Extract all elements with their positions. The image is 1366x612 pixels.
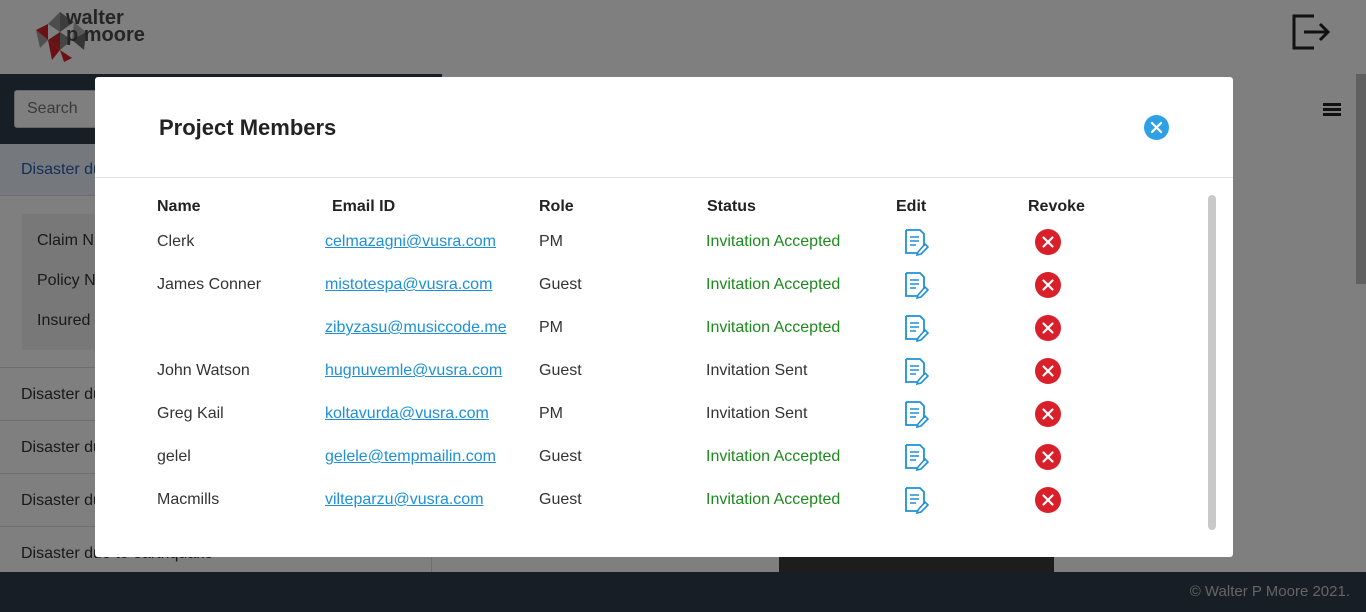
project-members-modal: Project Members Name Email ID Role Statu…: [95, 77, 1233, 557]
revoke-icon[interactable]: [1035, 487, 1061, 513]
edit-icon[interactable]: [903, 486, 930, 515]
column-header-role: Role: [539, 198, 574, 215]
edit-icon[interactable]: [903, 400, 930, 429]
close-icon: [1150, 121, 1163, 134]
member-email-link[interactable]: mistotespa@vusra.com: [325, 276, 492, 294]
member-email-link[interactable]: hugnuvemle@vusra.com: [325, 362, 502, 380]
modal-title: Project Members: [159, 115, 337, 140]
member-status: Invitation Accepted: [706, 448, 841, 465]
column-header-name: Name: [157, 198, 201, 215]
member-name: Macmills: [157, 491, 220, 508]
edit-icon[interactable]: [903, 228, 930, 257]
member-role: Guest: [539, 362, 582, 379]
member-role: Guest: [539, 491, 582, 508]
member-role: Guest: [539, 448, 582, 465]
column-header-email: Email ID: [332, 198, 396, 215]
member-status: Invitation Sent: [706, 405, 808, 422]
member-email-link[interactable]: gelele@tempmailin.com: [325, 448, 496, 466]
edit-icon[interactable]: [903, 314, 930, 343]
member-role: PM: [539, 233, 563, 250]
member-role: PM: [539, 405, 563, 422]
edit-icon[interactable]: [903, 357, 930, 386]
member-status: Invitation Accepted: [706, 491, 841, 508]
member-email-link[interactable]: celmazagni@vusra.com: [325, 233, 496, 251]
column-header-revoke: Revoke: [1028, 198, 1085, 215]
close-button[interactable]: [1144, 115, 1169, 140]
member-email-link[interactable]: zibyzasu@musiccode.me: [325, 319, 507, 337]
member-role: PM: [539, 319, 563, 336]
revoke-icon[interactable]: [1035, 444, 1061, 470]
member-name: Greg Kail: [157, 405, 224, 422]
member-status: Invitation Accepted: [706, 319, 841, 336]
member-name: Clerk: [157, 233, 195, 250]
column-header-edit: Edit: [896, 198, 927, 215]
modal-header: Project Members: [95, 77, 1233, 178]
revoke-icon[interactable]: [1035, 358, 1061, 384]
revoke-icon[interactable]: [1035, 401, 1061, 427]
revoke-icon[interactable]: [1035, 272, 1061, 298]
member-status: Invitation Accepted: [706, 276, 841, 293]
member-status: Invitation Sent: [706, 362, 808, 379]
modal-scrollbar[interactable]: [1208, 195, 1216, 530]
revoke-icon[interactable]: [1035, 315, 1061, 341]
member-name: James Conner: [157, 276, 262, 293]
member-role: Guest: [539, 276, 582, 293]
member-email-link[interactable]: vilteparzu@vusra.com: [325, 491, 484, 509]
edit-icon[interactable]: [903, 271, 930, 300]
member-name: gelel: [157, 448, 191, 465]
member-status: Invitation Accepted: [706, 233, 841, 250]
revoke-icon[interactable]: [1035, 229, 1061, 255]
member-email-link[interactable]: koltavurda@vusra.com: [325, 405, 489, 423]
column-header-status: Status: [707, 198, 756, 215]
edit-icon[interactable]: [903, 443, 930, 472]
member-name: John Watson: [157, 362, 250, 379]
